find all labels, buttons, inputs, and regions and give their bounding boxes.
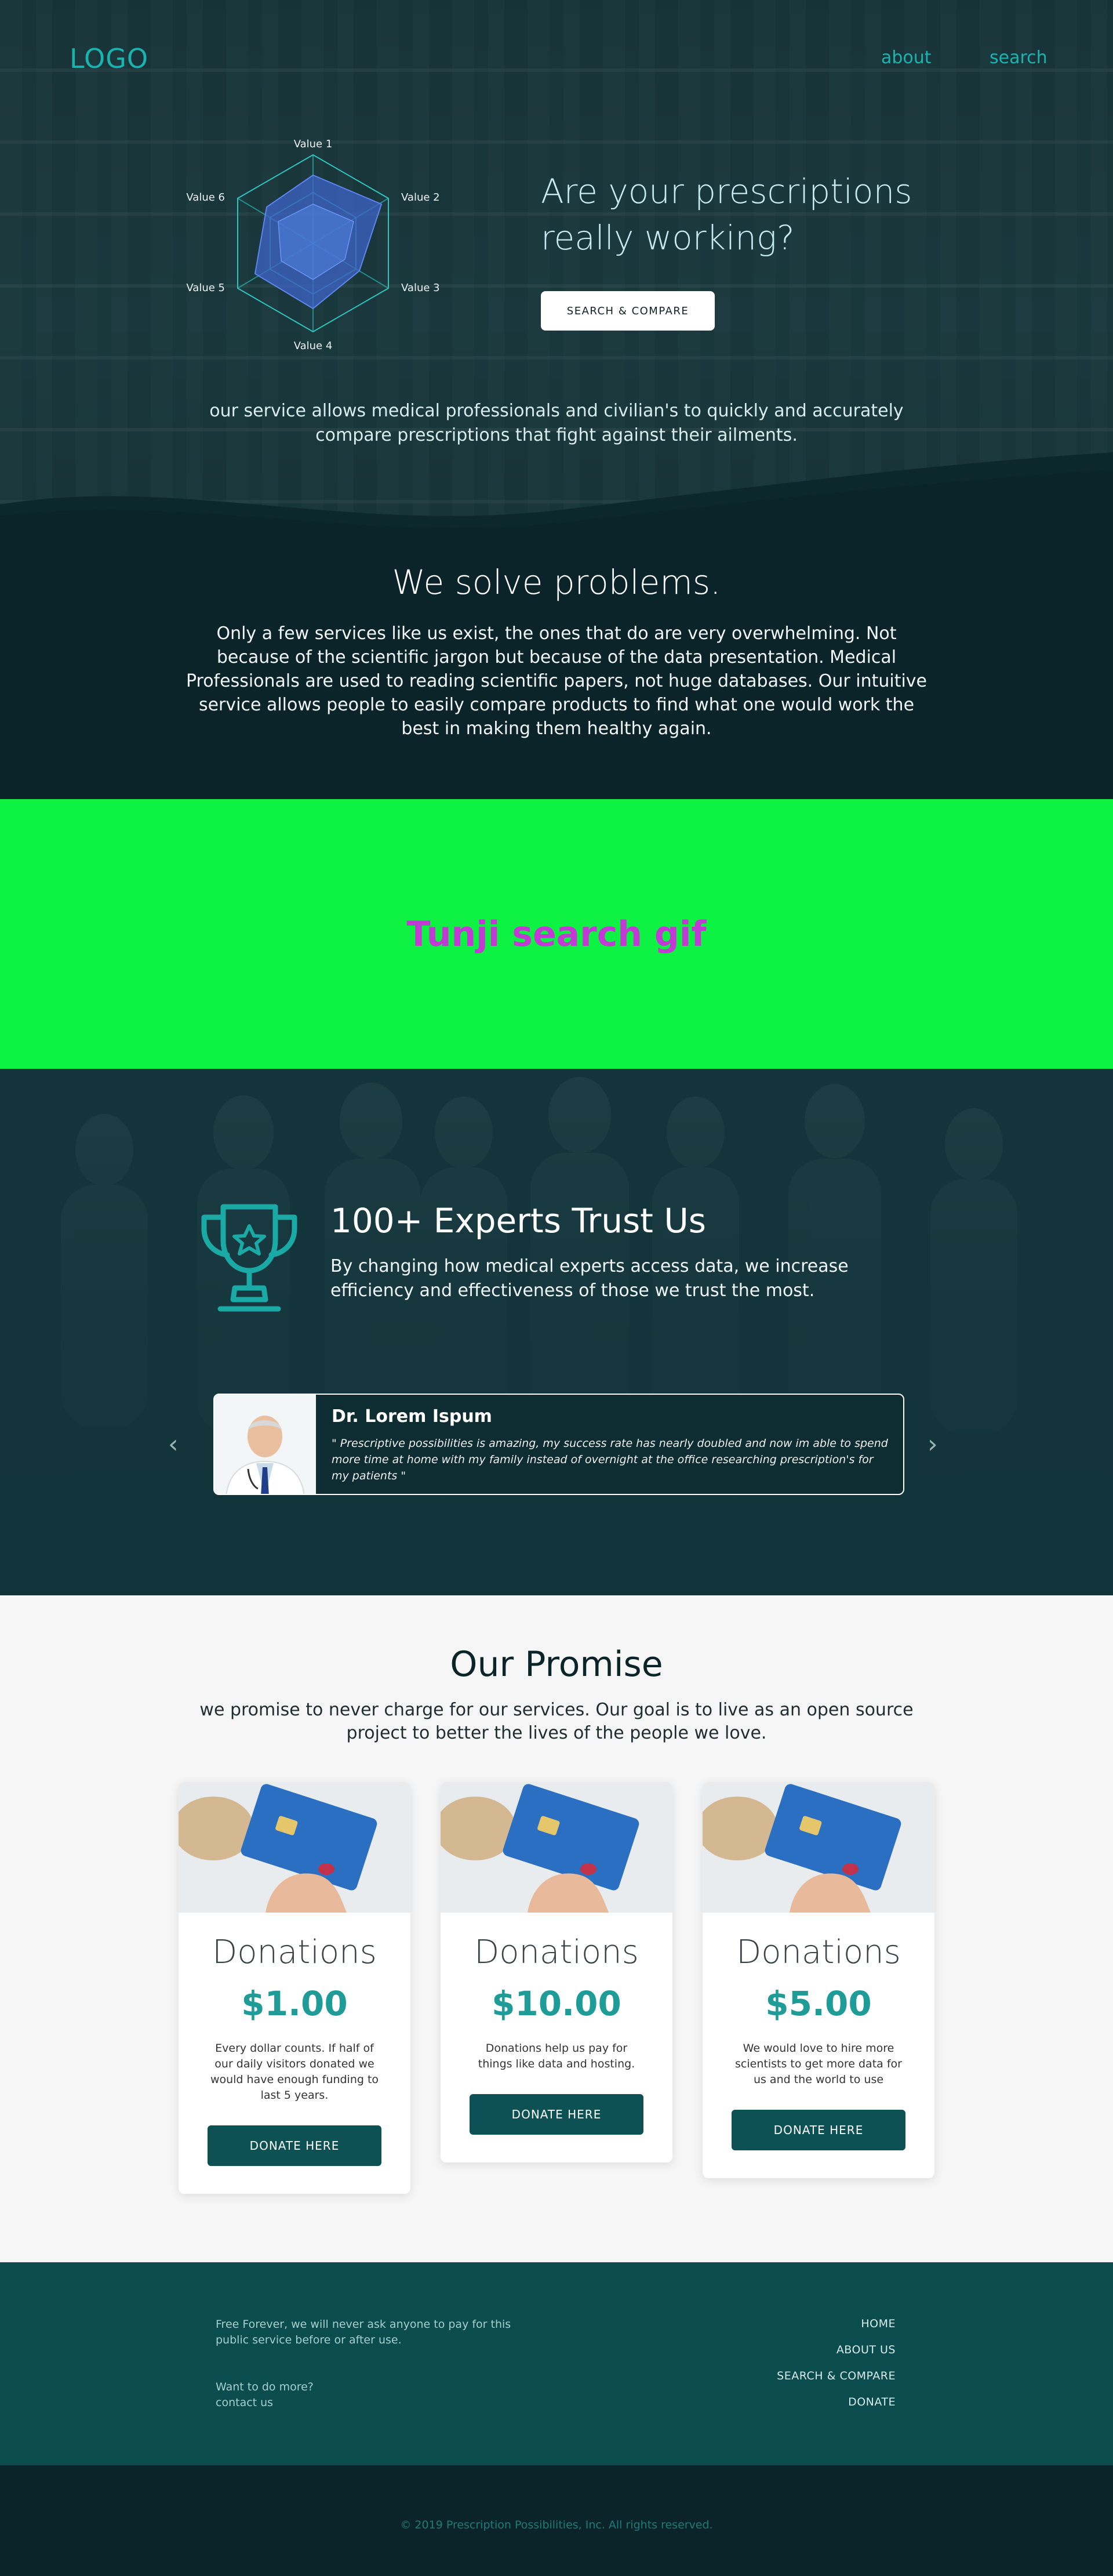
- donate-button[interactable]: DONATE HERE: [732, 2110, 905, 2150]
- radar-label: Value 4: [294, 340, 333, 352]
- footer-contact-link[interactable]: contact us: [216, 2395, 540, 2411]
- copyright-text: © 2019 Prescription Possibilities, Inc. …: [400, 2519, 713, 2531]
- radar-label: Value 5: [186, 282, 225, 294]
- promise-text: we promise to never charge for our servi…: [199, 1700, 914, 1743]
- solve-text: Only a few services like us exist, the o…: [186, 623, 928, 739]
- radar-label: Value 2: [401, 191, 440, 204]
- card-title: Donations: [474, 1933, 639, 1971]
- card-price: $10.00: [492, 1984, 621, 2023]
- credit-card-image: [703, 1782, 934, 1913]
- credit-card-image: [179, 1782, 410, 1913]
- card-title: Donations: [736, 1933, 901, 1971]
- donation-card: Donations $10.00 Donations help us pay f…: [441, 1782, 672, 2163]
- promise-title: Our Promise: [450, 1644, 663, 1685]
- copyright-bar: © 2019 Prescription Possibilities, Inc. …: [0, 2465, 1113, 2576]
- radar-chart: Value 1 Value 2 Value 3 Value 4 Value 5 …: [186, 138, 440, 352]
- experts-section: 100+ Experts Trust Us By changing how me…: [0, 1069, 1113, 1595]
- footer-link-donate[interactable]: DONATE: [848, 2396, 896, 2408]
- footer-link-search-compare[interactable]: SEARCH & COMPARE: [777, 2370, 896, 2382]
- testimonial-name: Dr. Lorem Ispum: [332, 1406, 492, 1427]
- credit-card-image: [441, 1782, 672, 1913]
- card-price: $1.00: [241, 1984, 348, 2023]
- card-price: $5.00: [765, 1984, 872, 2023]
- testimonial-quote: " Prescriptive possibilities is amazing,…: [332, 1437, 888, 1482]
- radar-label: Value 6: [186, 191, 225, 204]
- footer: Free Forever, we will never ask anyone t…: [0, 2262, 1113, 2465]
- card-description: Every dollar counts. If half of our dail…: [210, 2042, 379, 2102]
- footer-link-about[interactable]: ABOUT US: [836, 2343, 896, 2356]
- solve-title: We solve problems.: [392, 563, 721, 602]
- footer-more-text: Want to do more?: [216, 2381, 314, 2393]
- search-compare-button[interactable]: SEARCH & COMPARE: [541, 291, 715, 331]
- gif-placeholder-label: Tunji search gif: [406, 913, 707, 955]
- card-description: We would love to hire more scientists to…: [735, 2042, 902, 2086]
- donate-button[interactable]: DONATE HERE: [470, 2094, 643, 2135]
- nav-search-link[interactable]: search: [990, 48, 1047, 68]
- promise-section: Our Promise we promise to never charge f…: [0, 1595, 1113, 2262]
- radar-label: Value 3: [401, 282, 440, 294]
- hero-description: our service allows medical professionals…: [209, 401, 904, 445]
- wave-divider: [0, 452, 1113, 799]
- search-gif-placeholder: Tunji search gif: [0, 799, 1113, 1069]
- carousel-prev-icon[interactable]: ‹: [168, 1430, 179, 1459]
- carousel-next-icon[interactable]: ›: [928, 1430, 938, 1459]
- doctor-avatar: [214, 1395, 316, 1494]
- donate-button[interactable]: DONATE HERE: [208, 2125, 381, 2166]
- radar-label: Value 1: [294, 138, 333, 150]
- card-description: Donations help us pay for things like da…: [478, 2042, 635, 2070]
- experts-text: By changing how medical experts access d…: [330, 1256, 849, 1301]
- hero-title: Are your prescriptions really working?: [541, 172, 912, 257]
- donation-card: Donations $5.00 We would love to hire mo…: [703, 1782, 934, 2178]
- trophy-icon: [201, 1204, 297, 1312]
- donation-card: Donations $1.00 Every dollar counts. If …: [179, 1782, 410, 2194]
- footer-link-home[interactable]: HOME: [861, 2317, 896, 2330]
- footer-free-text: Free Forever, we will never ask anyone t…: [216, 2318, 511, 2346]
- experts-title: 100+ Experts Trust Us: [330, 1201, 707, 1240]
- card-title: Donations: [212, 1933, 377, 1971]
- testimonial-card: Dr. Lorem Ispum " Prescriptive possibili…: [213, 1394, 904, 1495]
- logo[interactable]: LOGO: [70, 43, 148, 74]
- nav-about-link[interactable]: about: [881, 48, 932, 68]
- hero-section: LOGO about search Value 1 Value 2 Value …: [0, 0, 1113, 799]
